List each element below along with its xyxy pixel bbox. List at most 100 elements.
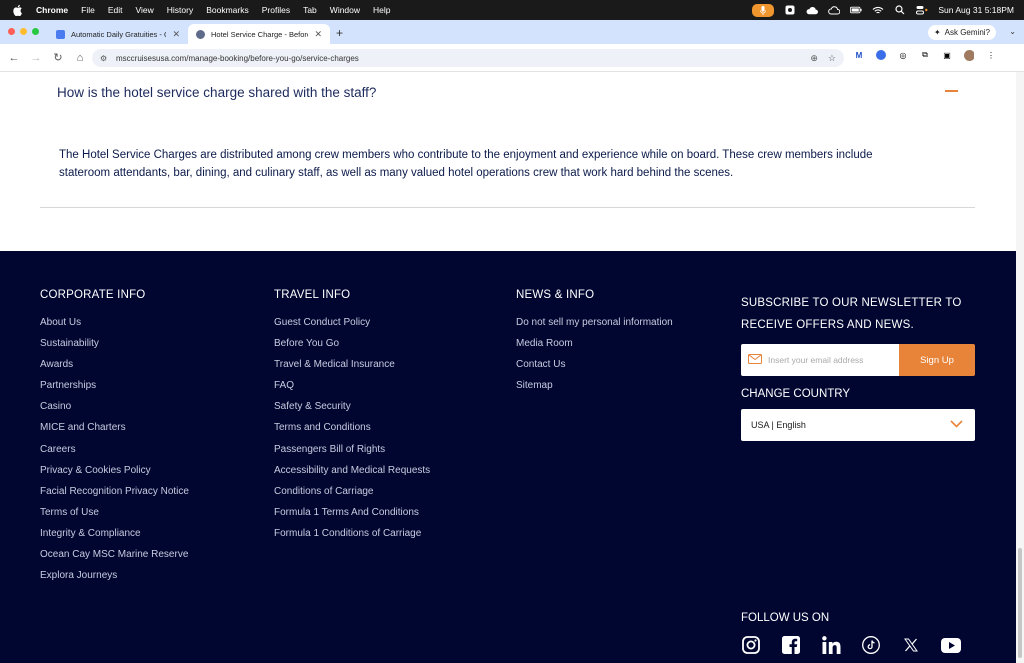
creative-cloud-icon[interactable] xyxy=(828,5,841,15)
bookmark-star-icon[interactable]: ☆ xyxy=(828,53,836,64)
footer-link[interactable]: Ocean Cay MSC Marine Reserve xyxy=(40,544,189,565)
instagram-icon[interactable] xyxy=(741,635,761,655)
x-twitter-icon[interactable] xyxy=(901,635,921,655)
footer-link[interactable]: Conditions of Carriage xyxy=(274,481,430,502)
newsletter-form: Sign Up xyxy=(741,344,975,376)
country-select[interactable]: USA | English xyxy=(741,409,975,441)
footer-heading: CORPORATE INFO xyxy=(40,289,146,301)
footer-link[interactable]: Passengers Bill of Rights xyxy=(274,439,430,460)
sign-up-button[interactable]: Sign Up xyxy=(899,344,975,376)
footer-link[interactable]: Sitemap xyxy=(516,375,673,396)
docs-favicon-icon xyxy=(56,29,65,39)
footer-link[interactable]: Contact Us xyxy=(516,354,673,375)
menu-profiles[interactable]: Profiles xyxy=(262,5,290,15)
linkedin-icon[interactable] xyxy=(821,635,841,655)
back-arrow-icon[interactable]: ← xyxy=(3,52,25,64)
faq-collapse-icon[interactable] xyxy=(945,90,958,92)
forward-arrow-icon[interactable]: → xyxy=(25,52,47,64)
close-window-button[interactable] xyxy=(8,28,15,35)
site-footer: CORPORATE INFO About Us Sustainability A… xyxy=(0,251,1016,663)
new-tab-button[interactable]: + xyxy=(336,26,343,40)
chrome-menu-icon[interactable]: ⋮ xyxy=(986,50,996,60)
reload-icon[interactable]: ↻ xyxy=(47,51,69,64)
change-country-heading: CHANGE COUNTRY xyxy=(741,388,851,400)
menu-app-name[interactable]: Chrome xyxy=(36,5,68,15)
footer-link[interactable]: Explora Journeys xyxy=(40,565,189,586)
footer-link[interactable]: Media Room xyxy=(516,333,673,354)
footer-heading: NEWS & INFO xyxy=(516,289,595,301)
menu-edit[interactable]: Edit xyxy=(108,5,123,15)
menu-window[interactable]: Window xyxy=(330,5,360,15)
footer-link[interactable]: Partnerships xyxy=(40,375,189,396)
footer-link[interactable]: Casino xyxy=(40,396,189,417)
footer-link[interactable]: Terms of Use xyxy=(40,502,189,523)
url-text[interactable]: msccruisesusa.com/manage-booking/before-… xyxy=(116,54,810,63)
page-scrollbar-thumb[interactable] xyxy=(1018,548,1022,658)
footer-link[interactable]: Travel & Medical Insurance xyxy=(274,354,430,375)
browser-tab-strip: Automatic Daily Gratuities - G ✕ Hotel S… xyxy=(0,20,1024,44)
maximize-window-button[interactable] xyxy=(32,28,39,35)
menu-file[interactable]: File xyxy=(81,5,95,15)
email-input[interactable] xyxy=(768,355,888,365)
tab-title: Hotel Service Charge - Before xyxy=(211,29,309,39)
menubar-clock[interactable]: Sun Aug 31 5:18PM xyxy=(938,5,1014,15)
cloud-icon[interactable] xyxy=(806,5,819,15)
facebook-icon[interactable] xyxy=(781,635,801,655)
footer-link[interactable]: FAQ xyxy=(274,375,430,396)
footer-link[interactable]: Facial Recognition Privacy Notice xyxy=(40,481,189,502)
tab-title: Automatic Daily Gratuities - G xyxy=(71,29,167,39)
footer-link[interactable]: Formula 1 Conditions of Carriage xyxy=(274,523,430,544)
menu-help[interactable]: Help xyxy=(373,5,390,15)
apple-icon[interactable] xyxy=(12,4,24,17)
footer-link[interactable]: Privacy & Cookies Policy xyxy=(40,460,189,481)
faq-question[interactable]: How is the hotel service charge shared w… xyxy=(57,85,376,100)
footer-link[interactable]: Before You Go xyxy=(274,333,430,354)
footer-link[interactable]: Do not sell my personal information xyxy=(516,312,673,333)
footer-link[interactable]: Sustainability xyxy=(40,333,189,354)
side-panel-icon[interactable]: ▣ xyxy=(942,50,952,60)
tab-automatic-daily-gratuities[interactable]: Automatic Daily Gratuities - G ✕ xyxy=(48,24,188,44)
zoom-icon[interactable]: ⊕ xyxy=(810,53,818,64)
faq-answer-line: stateroom attendants, bar, dining, and c… xyxy=(59,167,734,179)
menu-history[interactable]: History xyxy=(167,5,193,15)
tab-search-chevron-icon[interactable]: ⌄ xyxy=(1009,27,1016,36)
footer-link[interactable]: Careers xyxy=(40,439,189,460)
tab-hotel-service-charge[interactable]: Hotel Service Charge - Before ✕ xyxy=(188,24,330,44)
close-tab-icon[interactable]: ✕ xyxy=(314,29,322,40)
footer-link[interactable]: Guest Conduct Policy xyxy=(274,312,430,333)
footer-link[interactable]: Awards xyxy=(40,354,189,375)
close-tab-icon[interactable]: ✕ xyxy=(172,29,180,40)
footer-link[interactable]: Terms and Conditions xyxy=(274,417,430,438)
youtube-icon[interactable] xyxy=(941,635,961,655)
extensions-puzzle-icon[interactable]: ⧉ xyxy=(920,50,930,60)
newsletter-heading: SUBSCRIBE TO OUR NEWSLETTER TO RECEIVE O… xyxy=(741,297,962,331)
divider xyxy=(40,207,975,208)
minimize-window-button[interactable] xyxy=(20,28,27,35)
battery-icon[interactable] xyxy=(850,5,862,15)
footer-link[interactable]: MICE and Charters xyxy=(40,417,189,438)
control-center-icon[interactable] xyxy=(916,5,928,15)
tiktok-icon[interactable] xyxy=(861,635,881,655)
extension-lens-icon[interactable]: ◎ xyxy=(898,50,908,60)
screen-capture-icon[interactable] xyxy=(784,5,796,15)
wifi-icon[interactable] xyxy=(872,5,884,15)
extension-blue-icon[interactable] xyxy=(876,50,886,60)
profile-avatar[interactable] xyxy=(964,49,974,61)
menu-bookmarks[interactable]: Bookmarks xyxy=(206,5,249,15)
extension-m-icon[interactable]: M xyxy=(854,50,864,60)
microphone-icon[interactable] xyxy=(752,3,775,17)
menu-view[interactable]: View xyxy=(135,5,153,15)
browser-toolbar: ← → ↻ ⌂ ⚙ msccruisesusa.com/manage-booki… xyxy=(0,44,1024,72)
footer-link[interactable]: Safety & Security xyxy=(274,396,430,417)
home-icon[interactable]: ⌂ xyxy=(69,52,91,64)
footer-link[interactable]: Formula 1 Terms And Conditions xyxy=(274,502,430,523)
gemini-label: Ask Gemini? xyxy=(944,28,990,37)
ask-gemini-button[interactable]: ✦ Ask Gemini? xyxy=(927,25,996,40)
footer-link[interactable]: About Us xyxy=(40,312,189,333)
menu-tab[interactable]: Tab xyxy=(303,5,317,15)
spotlight-search-icon[interactable] xyxy=(894,5,906,15)
footer-link[interactable]: Integrity & Compliance xyxy=(40,523,189,544)
site-info-icon[interactable]: ⚙ xyxy=(100,54,110,63)
address-bar[interactable]: ⚙ msccruisesusa.com/manage-booking/befor… xyxy=(92,49,844,67)
footer-link[interactable]: Accessibility and Medical Requests xyxy=(274,460,430,481)
